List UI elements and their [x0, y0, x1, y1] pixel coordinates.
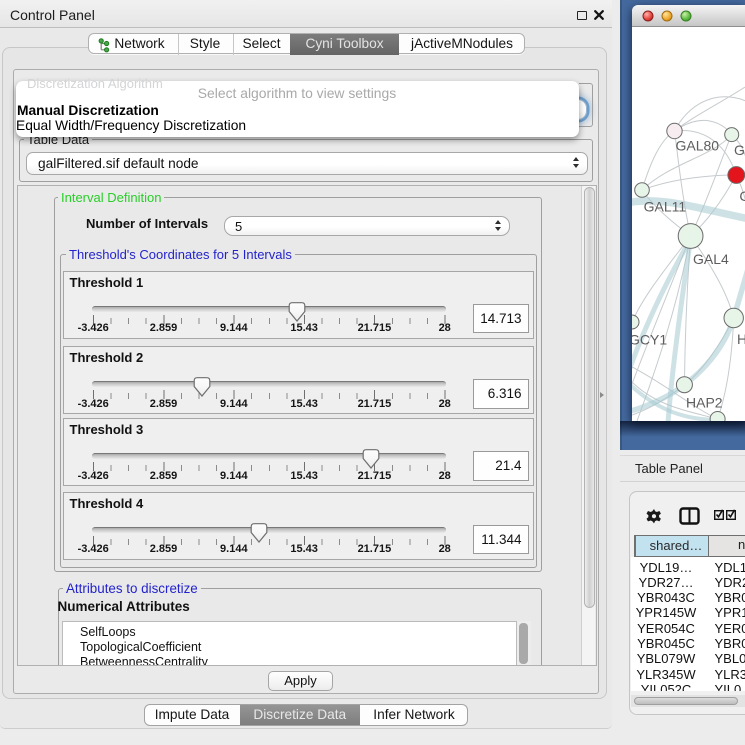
svg-text:HI: HI [737, 331, 745, 347]
svg-text:GAL4: GAL4 [693, 251, 729, 267]
svg-text:HAP2: HAP2 [686, 394, 723, 410]
svg-text:GCY1: GCY1 [632, 331, 667, 347]
svg-text:GAL11: GAL11 [644, 198, 687, 214]
svg-text:C: C [739, 188, 745, 204]
svg-text:GAL80: GAL80 [676, 138, 720, 154]
svg-text:GA: GA [734, 142, 745, 158]
